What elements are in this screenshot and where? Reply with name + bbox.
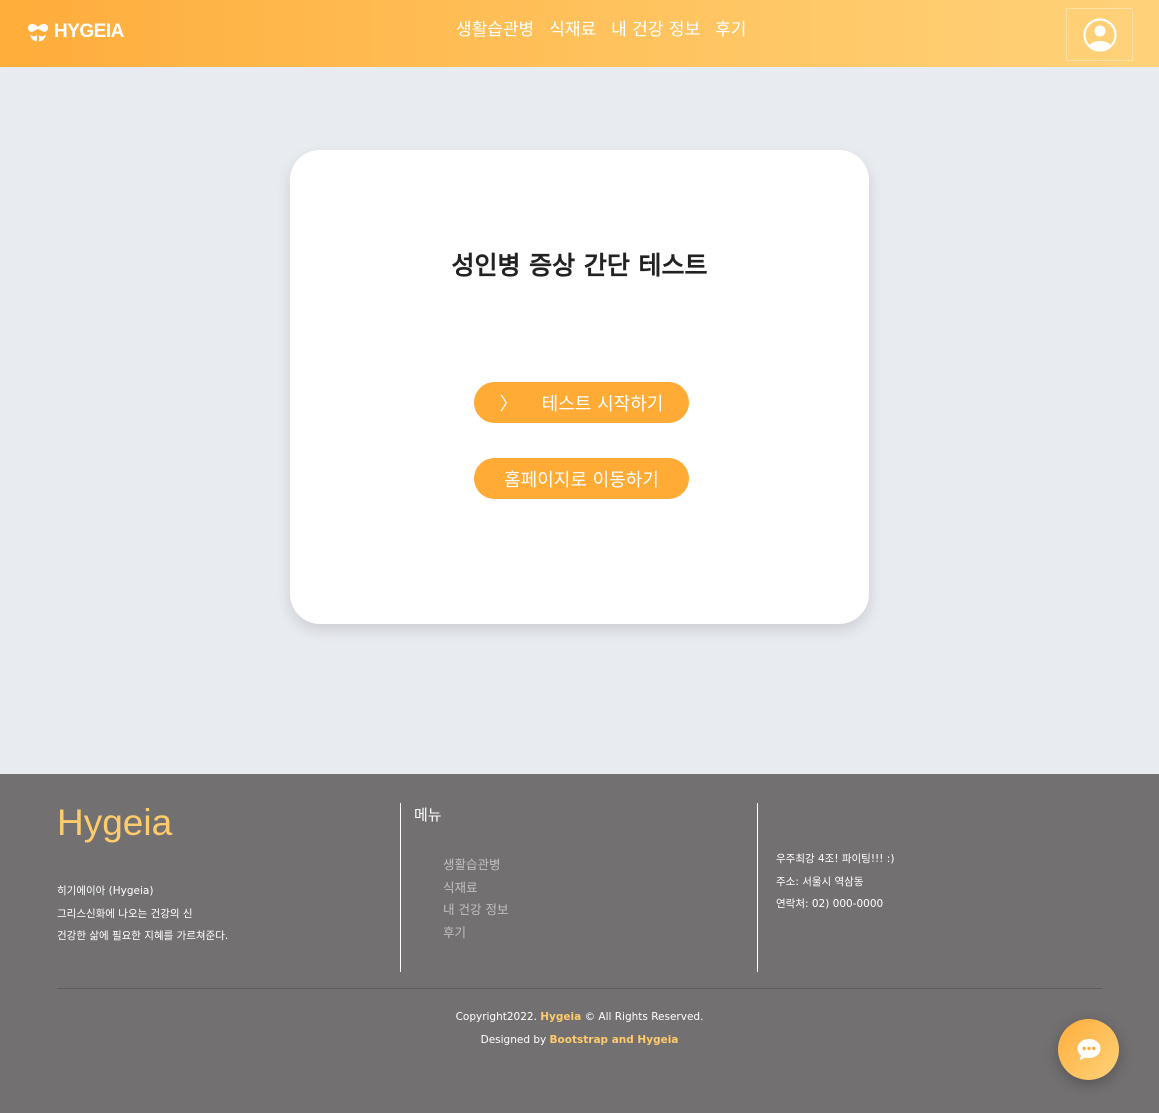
nav-reviews[interactable]: 후기: [715, 15, 746, 40]
chat-button[interactable]: [1058, 1019, 1119, 1080]
footer-phone: 연락처: 02) 000-0000: [776, 898, 884, 910]
test-intro-card: 성인병 증상 간단 테스트 〉 테스트 시작하기 홈페이지로 이동하기: [290, 150, 869, 624]
user-circle-icon: [1082, 17, 1117, 52]
page-title: 성인병 증상 간단 테스트: [451, 251, 708, 280]
copyright-brand-link[interactable]: Hygeia: [540, 1011, 581, 1023]
go-home-label: 홈페이지로 이동하기: [504, 469, 659, 491]
nav-my-health-info[interactable]: 내 건강 정보: [611, 15, 700, 40]
footer-separator: [57, 988, 1102, 989]
footer-brand: Hygeia: [57, 802, 173, 843]
nav-ingredients[interactable]: 식재료: [549, 15, 596, 40]
footer-team-slogan: 우주최강 4조! 파이팅!!! :): [776, 853, 895, 865]
designed-by-link[interactable]: Bootstrap and Hygeia: [550, 1034, 679, 1046]
user-menu-button[interactable]: [1066, 8, 1133, 61]
chevron-right-icon: 〉: [499, 393, 518, 415]
copyright-line: Copyright2022. Hygeia © All Rights Reser…: [0, 1006, 1159, 1029]
footer-menu: 생활습관병 식재료 내 건강 정보 후기: [443, 854, 508, 944]
footer-contact: 우주최강 4조! 파이팅!!! :) 주소: 서울시 역삼동 연락처: 02) …: [776, 848, 894, 916]
footer-menu-title: 메뉴: [414, 806, 442, 824]
start-test-button[interactable]: 〉 테스트 시작하기: [474, 382, 689, 423]
hygeia-logo-icon: [27, 24, 49, 42]
footer-desc-line: 히기에이아 (Hygeia): [57, 885, 154, 897]
designed-by-line: Designed by Bootstrap and Hygeia: [0, 1029, 1159, 1052]
brand-name: HYGEIA: [54, 21, 124, 42]
top-navbar: HYGEIA 생활습관병 식재료 내 건강 정보 후기: [0, 0, 1159, 67]
footer-divider: [757, 803, 758, 972]
footer-menu-lifestyle-disease[interactable]: 생활습관병: [443, 854, 508, 877]
copyright-prefix: Copyright2022.: [455, 1011, 541, 1023]
footer-desc-line: 그리스신화에 나오는 건강의 신: [57, 907, 193, 920]
nav-lifestyle-disease[interactable]: 생활습관병: [456, 15, 534, 40]
footer-menu-ingredients[interactable]: 식재료: [443, 877, 508, 900]
copyright-suffix: © All Rights Reserved.: [581, 1011, 704, 1023]
footer-menu-my-health-info[interactable]: 내 건강 정보: [443, 899, 508, 922]
footer-menu-reviews[interactable]: 후기: [443, 922, 508, 945]
footer-address: 주소: 서울시 역삼동: [776, 875, 864, 888]
chat-bubble-icon: [1077, 1038, 1100, 1060]
main-nav: 생활습관병 식재료 내 건강 정보 후기: [456, 15, 746, 40]
go-home-button[interactable]: 홈페이지로 이동하기: [474, 458, 689, 499]
copyright: Copyright2022. Hygeia © All Rights Reser…: [0, 1006, 1159, 1052]
footer-divider: [400, 803, 401, 972]
designed-by-prefix: Designed by: [480, 1034, 550, 1046]
footer: Hygeia 히기에이아 (Hygeia) 그리스신화에 나오는 건강의 신 건…: [0, 774, 1159, 1113]
footer-description: 히기에이아 (Hygeia) 그리스신화에 나오는 건강의 신 건강한 삶에 필…: [57, 880, 228, 948]
footer-desc-line: 건강한 삶에 필요한 지혜를 가르쳐준다.: [57, 930, 229, 942]
brand-link[interactable]: HYGEIA: [26, 20, 124, 44]
start-test-label: 테스트 시작하기: [541, 393, 664, 415]
